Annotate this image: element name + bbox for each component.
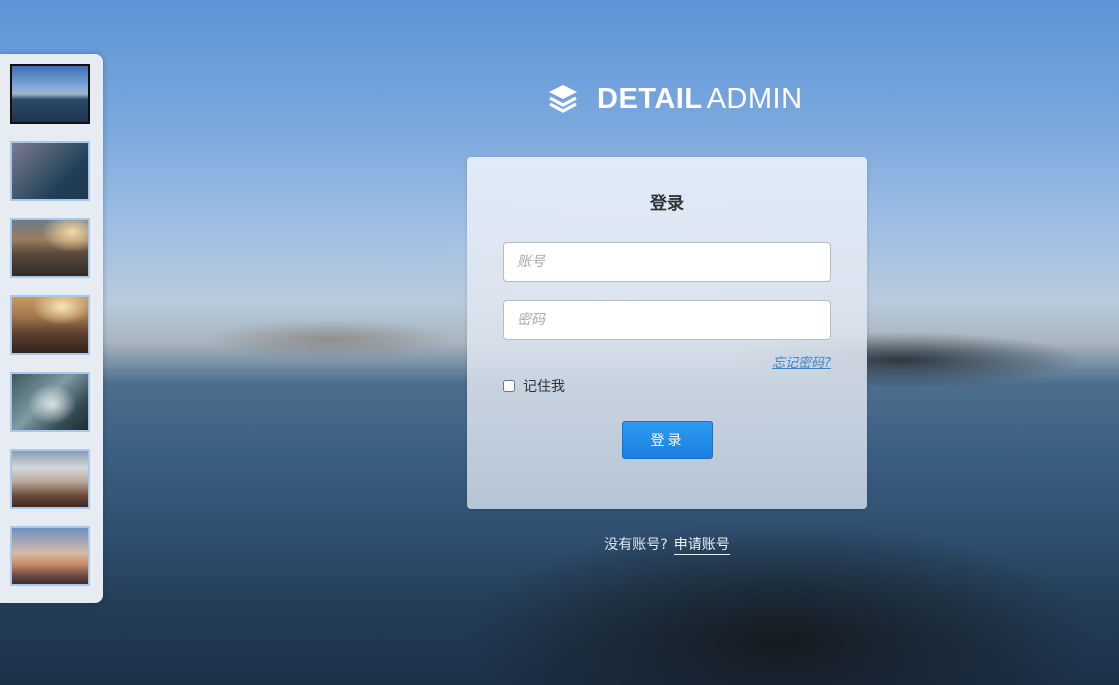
thumbnail-5[interactable] bbox=[10, 372, 90, 432]
brand-logo: DETAIL ADMIN bbox=[547, 82, 803, 116]
brand-name-light: ADMIN bbox=[706, 82, 803, 115]
login-button[interactable]: 登录 bbox=[622, 421, 713, 459]
brand-name: DETAIL ADMIN bbox=[597, 83, 803, 116]
remember-me-checkbox[interactable] bbox=[503, 380, 515, 392]
signup-prompt: 没有账号? 申请账号 bbox=[0, 534, 1119, 555]
thumbnail-3[interactable] bbox=[10, 218, 90, 278]
thumbnail-4[interactable] bbox=[10, 295, 90, 355]
brand-name-strong: DETAIL bbox=[597, 82, 703, 115]
forgot-password-link[interactable]: 忘记密码? bbox=[772, 352, 831, 371]
layers-icon bbox=[547, 83, 579, 115]
thumbnail-2[interactable] bbox=[10, 141, 90, 201]
remember-me-label: 记住我 bbox=[523, 379, 565, 395]
thumbnail-1[interactable] bbox=[10, 64, 90, 124]
background-thumbnail-picker bbox=[0, 54, 103, 603]
login-title: 登录 bbox=[650, 194, 684, 214]
login-card: 登录 忘记密码? 记住我 登录 bbox=[467, 157, 867, 509]
remember-me[interactable]: 记住我 bbox=[503, 376, 565, 396]
account-input[interactable] bbox=[503, 242, 831, 282]
thumbnail-6[interactable] bbox=[10, 449, 90, 509]
password-input[interactable] bbox=[503, 300, 831, 340]
signup-link[interactable]: 申请账号 bbox=[673, 537, 730, 555]
signup-prompt-text: 没有账号? bbox=[604, 537, 668, 553]
